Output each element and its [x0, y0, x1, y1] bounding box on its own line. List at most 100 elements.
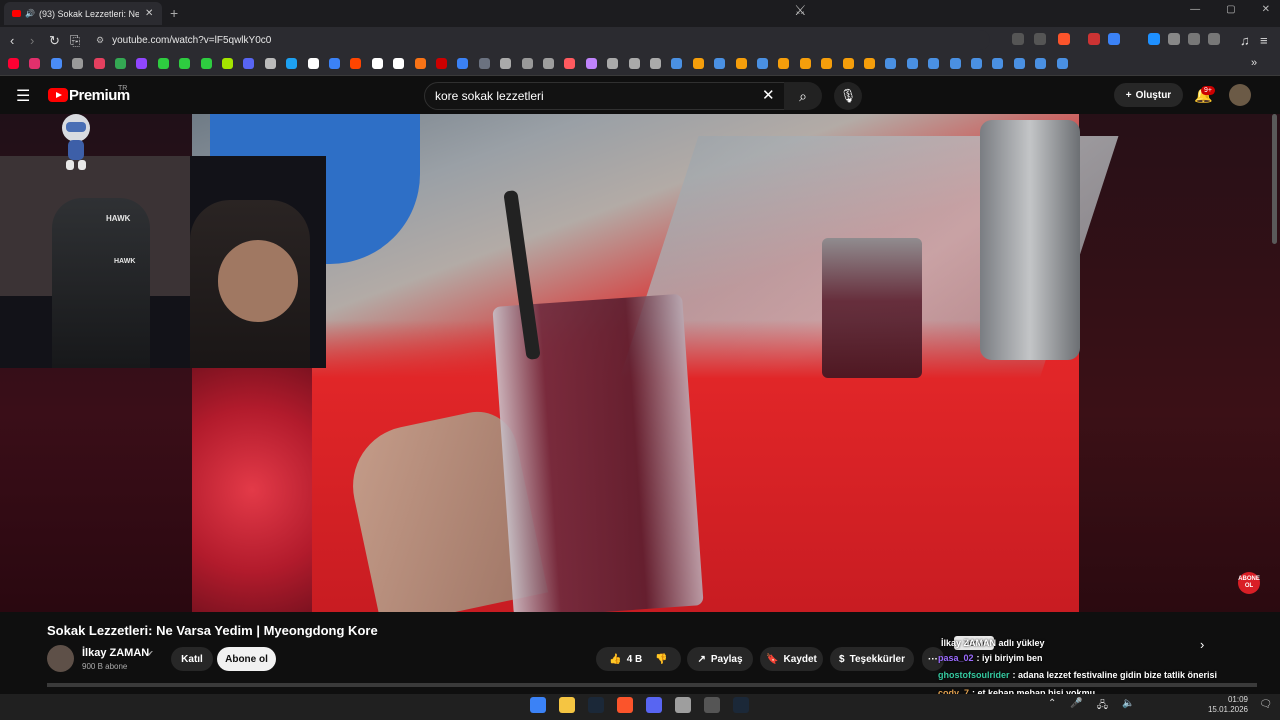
bookmark-favicon-icon[interactable] [264, 58, 276, 69]
thanks-button[interactable]: $ Teşekkürler [830, 647, 914, 671]
forward-icon[interactable]: › [30, 33, 34, 48]
bookmark-favicon-icon[interactable] [157, 58, 169, 69]
bookmark-favicon-icon[interactable] [8, 58, 19, 69]
browser-tab[interactable]: 🔊 (93) Sokak Lezzetleri: Ne Varsa ✕ [4, 2, 162, 25]
minimize-button[interactable]: — [1190, 4, 1200, 15]
bookmark-favicon-icon[interactable] [671, 58, 683, 69]
bookmark-favicon-icon[interactable] [607, 58, 619, 69]
chips-next-icon[interactable]: › [1200, 637, 1204, 652]
bookmark-favicon-icon[interactable] [222, 58, 233, 69]
share-button[interactable]: ↗ Paylaş [687, 647, 753, 671]
bookmark-favicon-icon[interactable] [136, 58, 148, 69]
bookmark-favicon-icon[interactable] [885, 58, 897, 69]
menu-icon[interactable]: ≡ [1260, 33, 1268, 48]
volume-icon[interactable]: 🔈 [1122, 698, 1134, 715]
bookmark-favicon-icon[interactable] [478, 58, 490, 69]
bookmark-favicon-icon[interactable] [72, 58, 84, 69]
bookmark-favicon-icon[interactable] [864, 58, 875, 69]
bookmark-favicon-icon[interactable] [457, 58, 469, 69]
bookmark-favicon-icon[interactable] [307, 58, 319, 69]
account-avatar[interactable] [1229, 84, 1251, 106]
taskbar-app-icon[interactable] [588, 697, 604, 713]
bookmark-favicon-icon[interactable] [714, 58, 726, 69]
bookmark-favicon-icon[interactable] [971, 58, 982, 69]
bookmark-favicon-icon[interactable] [436, 58, 447, 69]
site-info-icon[interactable]: ⚙ [96, 35, 104, 46]
address-bar[interactable]: ⚙ youtube.com/watch?v=lF5qwlkY0c0 [90, 30, 990, 50]
bookmark-favicon-icon[interactable] [585, 58, 597, 69]
bookmark-favicon-icon[interactable] [757, 58, 768, 69]
cast-icon[interactable] [1012, 33, 1024, 45]
network-icon[interactable]: 🖧 [1097, 698, 1108, 715]
channel-name[interactable]: İlkay ZAMAN [82, 647, 149, 659]
sidebar-icon[interactable] [1208, 33, 1220, 45]
more-bookmarks-button[interactable]: » [1251, 57, 1257, 69]
search-input[interactable]: kore sokak lezzetleri [424, 82, 788, 110]
bookmark-favicon-icon[interactable] [1013, 58, 1025, 69]
bookmark-favicon-icon[interactable] [949, 58, 961, 69]
channel-avatar[interactable] [47, 645, 74, 672]
bookmark-favicon-icon[interactable] [50, 58, 62, 69]
extension-icon[interactable] [1108, 33, 1120, 45]
taskbar-clock[interactable]: 01:09 15.01.2026 [1208, 695, 1248, 715]
bookmark-favicon-icon[interactable] [243, 58, 255, 69]
bookmark-favicon-icon[interactable] [821, 58, 833, 69]
bookmark-favicon-icon[interactable] [350, 58, 362, 69]
search-button[interactable]: ⌕ [784, 82, 822, 110]
bookmark-favicon-icon[interactable] [928, 58, 940, 69]
taskbar-app-icon[interactable] [530, 697, 546, 713]
bookmark-icon[interactable]: ⎘ [70, 33, 80, 49]
reload-icon[interactable]: ↻ [49, 33, 60, 49]
subscribe-button[interactable]: Abone ol [217, 647, 276, 671]
subscribe-watermark[interactable]: ABONE OL [1238, 572, 1260, 594]
audio-playing-icon[interactable]: 🔊 [25, 9, 35, 18]
brave-shield-icon[interactable] [1058, 33, 1070, 45]
bookmark-favicon-icon[interactable] [29, 58, 41, 69]
extensions-puzzle-icon[interactable] [1188, 33, 1200, 45]
bookmark-favicon-icon[interactable] [564, 58, 576, 69]
bookmark-favicon-icon[interactable] [1035, 58, 1047, 69]
bookmark-favicon-icon[interactable] [692, 58, 704, 69]
share-page-icon[interactable] [1034, 33, 1046, 45]
bookmark-favicon-icon[interactable] [543, 58, 554, 69]
notification-center-icon[interactable]: 🗨 [1259, 699, 1272, 710]
bookmark-favicon-icon[interactable] [992, 58, 1004, 69]
youtube-logo-icon[interactable] [48, 88, 68, 102]
hamburger-menu-icon[interactable]: ☰ [16, 86, 30, 106]
bookmark-favicon-icon[interactable] [371, 58, 383, 69]
taskbar-app-icon[interactable] [675, 697, 691, 713]
bookmark-favicon-icon[interactable] [799, 58, 811, 69]
join-button[interactable]: Katıl [171, 647, 213, 671]
bookmark-favicon-icon[interactable] [500, 58, 512, 69]
bookmark-favicon-icon[interactable] [115, 58, 126, 69]
bookmark-favicon-icon[interactable] [735, 58, 747, 69]
extension-icon[interactable] [1168, 33, 1180, 45]
bookmark-favicon-icon[interactable] [1056, 58, 1068, 69]
bookmark-favicon-icon[interactable] [179, 58, 191, 69]
maximize-button[interactable]: ▢ [1226, 4, 1235, 15]
bookmark-favicon-icon[interactable] [93, 58, 105, 69]
taskbar-app-icon[interactable] [646, 697, 662, 713]
bookmark-favicon-icon[interactable] [286, 58, 298, 69]
bookmark-favicon-icon[interactable] [842, 58, 854, 69]
voice-search-button[interactable]: 🎙 [834, 82, 862, 110]
taskbar-app-icon[interactable] [617, 697, 633, 713]
extension-icon[interactable] [1148, 33, 1160, 45]
microphone-tray-icon[interactable]: 🎤 [1070, 698, 1082, 715]
tray-chevron-icon[interactable]: ⌃ [1048, 698, 1056, 715]
new-tab-button[interactable]: + [170, 5, 178, 21]
bookmark-favicon-icon[interactable] [521, 58, 533, 69]
bookmark-favicon-icon[interactable] [329, 58, 340, 69]
tab-close-icon[interactable]: ✕ [145, 8, 153, 19]
save-button[interactable]: 🔖 Kaydet [760, 647, 823, 671]
taskbar-app-icon[interactable] [704, 697, 720, 713]
back-icon[interactable]: ‹ [10, 33, 14, 48]
media-icon[interactable]: ♫ [1240, 33, 1250, 48]
clear-search-icon[interactable]: ✕ [762, 86, 775, 104]
like-dislike-group[interactable]: 👍 4 B 👎 [596, 647, 681, 671]
close-window-button[interactable]: ✕ [1262, 4, 1270, 15]
bookmark-favicon-icon[interactable] [650, 58, 661, 69]
bookmark-favicon-icon[interactable] [200, 58, 212, 69]
thumbs-down-icon[interactable]: 👎 [655, 654, 667, 665]
taskbar-app-icon[interactable] [733, 697, 749, 713]
